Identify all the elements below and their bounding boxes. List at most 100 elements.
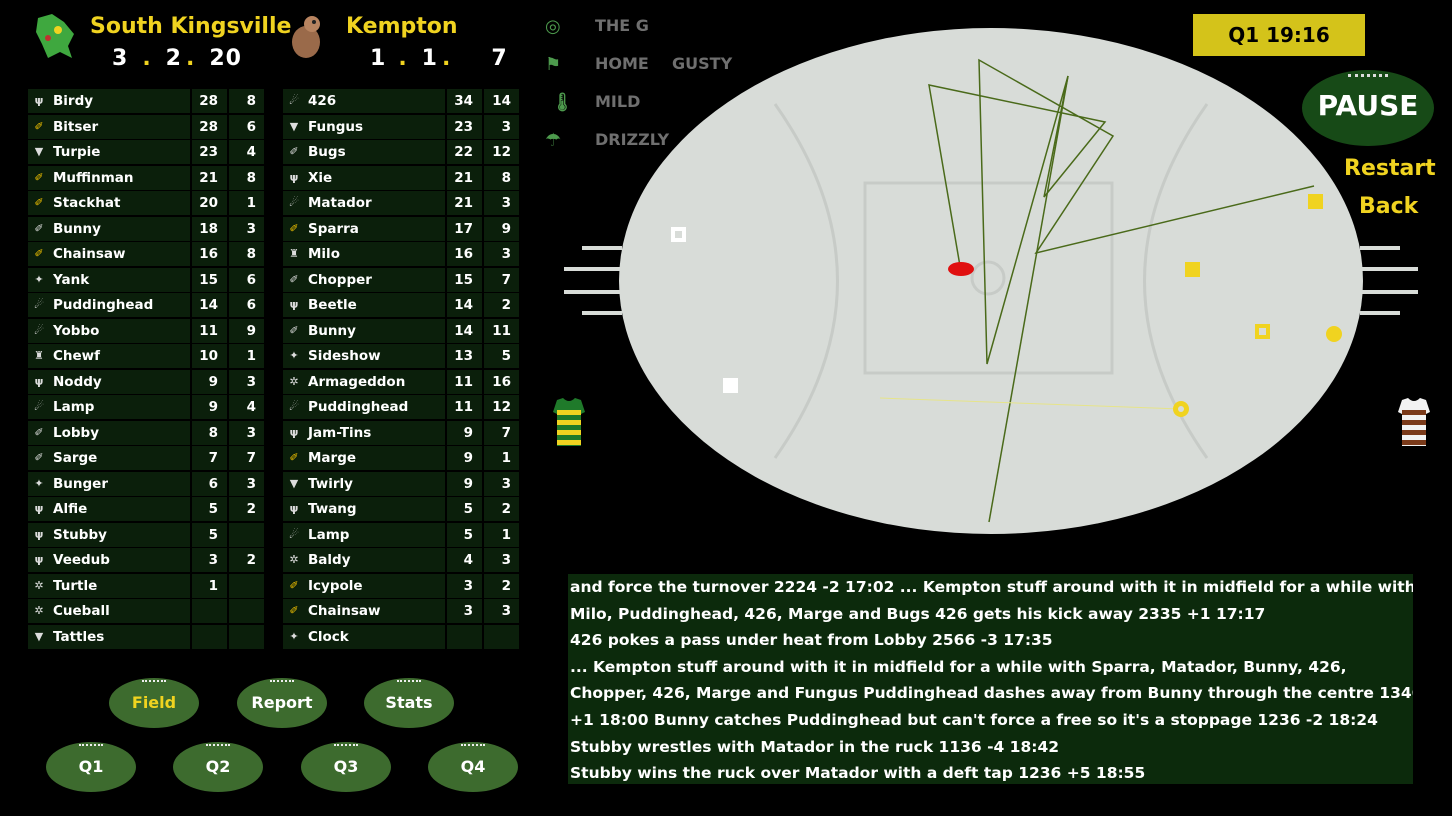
player-stat-disposals: 34 bbox=[447, 89, 482, 113]
player-row[interactable]: ✦ Bunger 6 3 bbox=[28, 471, 264, 496]
player-row[interactable]: ✐ Stackhat 20 1 bbox=[28, 191, 264, 215]
player-stat-disposals: 3 bbox=[192, 548, 227, 572]
position-icon: ☄ bbox=[34, 298, 44, 311]
player-name: Jam-Tins bbox=[308, 424, 372, 441]
player-row[interactable]: ✐ Chopper 15 7 bbox=[283, 267, 519, 292]
player-row[interactable]: ✐ Chainsaw 3 3 bbox=[283, 599, 519, 623]
player-row[interactable]: ✐ Bitser 28 6 bbox=[28, 114, 264, 139]
player-row[interactable]: ☄ Lamp 9 4 bbox=[28, 395, 264, 419]
player-name-cell: ▼ Tattles bbox=[28, 624, 190, 649]
player-row[interactable]: ✐ Bugs 22 12 bbox=[283, 140, 519, 164]
player-row[interactable]: ▼ Turpie 23 4 bbox=[28, 140, 264, 164]
position-icon: ✦ bbox=[34, 272, 44, 286]
position-icon: ✲ bbox=[289, 553, 299, 566]
player-row[interactable]: ▼ Twirly 9 3 bbox=[283, 471, 519, 496]
player-row[interactable]: ✐ Lobby 8 3 bbox=[28, 420, 264, 445]
player-row[interactable]: ✐ Marge 9 1 bbox=[283, 446, 519, 470]
player-name-cell: ♜ Chewf bbox=[28, 344, 190, 368]
away-behinds: 1 bbox=[421, 46, 438, 71]
player-stat-disposals: 7 bbox=[192, 446, 227, 470]
q2-button[interactable]: Q2 bbox=[173, 742, 263, 792]
player-stat-secondary: 7 bbox=[229, 446, 264, 470]
player-row[interactable]: ☄ Puddinghead 14 6 bbox=[28, 293, 264, 317]
away-roster: ☄ 426 34 14 ▼ Fungus 23 3 ✐ Bugs 22 12 ψ Xie 21 8 ☄ Matad… bbox=[283, 89, 519, 650]
player-row[interactable]: ψ Veedub 3 2 bbox=[28, 548, 264, 572]
position-icon: ♜ bbox=[289, 247, 299, 260]
position-icon: ☄ bbox=[34, 323, 44, 337]
player-stat-secondary: 2 bbox=[484, 497, 519, 521]
player-row[interactable]: ☄ Matador 21 3 bbox=[283, 191, 519, 215]
player-row[interactable]: ✐ Sparra 17 9 bbox=[283, 216, 519, 241]
player-row[interactable]: ✐ Bunny 14 11 bbox=[283, 318, 519, 343]
player-row[interactable]: ☄ Yobbo 11 9 bbox=[28, 318, 264, 343]
away-marker bbox=[1185, 262, 1200, 277]
player-row[interactable]: ☄ Puddinghead 11 12 bbox=[283, 395, 519, 419]
restart-button[interactable]: Restart bbox=[1344, 156, 1436, 181]
player-name: Alfie bbox=[53, 501, 88, 517]
player-row[interactable]: ▼ Tattles bbox=[28, 624, 264, 649]
player-row[interactable]: ψ Stubby 5 bbox=[28, 522, 264, 547]
player-row[interactable]: ψ Twang 5 2 bbox=[283, 497, 519, 521]
player-name-cell: ✐ Chainsaw bbox=[28, 242, 190, 266]
player-stat-secondary: 8 bbox=[484, 165, 519, 190]
player-row[interactable]: ✐ Muffinman 21 8 bbox=[28, 165, 264, 190]
player-stat-secondary: 3 bbox=[484, 191, 519, 215]
player-row[interactable]: ▼ Fungus 23 3 bbox=[283, 114, 519, 139]
field-button[interactable]: Field bbox=[109, 678, 199, 728]
player-row[interactable]: ψ Noddy 9 3 bbox=[28, 369, 264, 394]
player-name: Bitser bbox=[53, 118, 99, 135]
player-row[interactable]: ✲ Baldy 4 3 bbox=[283, 548, 519, 572]
q4-button[interactable]: Q4 bbox=[428, 742, 518, 792]
player-row[interactable]: ✐ Bunny 18 3 bbox=[28, 216, 264, 241]
position-icon: ✐ bbox=[34, 170, 44, 184]
report-button[interactable]: Report bbox=[237, 678, 327, 728]
player-row[interactable]: ψ Jam-Tins 9 7 bbox=[283, 420, 519, 445]
back-button[interactable]: Back bbox=[1359, 194, 1418, 219]
q1-button[interactable]: Q1 bbox=[46, 742, 136, 792]
player-name: Noddy bbox=[53, 373, 102, 390]
position-icon: ▼ bbox=[289, 476, 299, 490]
player-row[interactable]: ☄ 426 34 14 bbox=[283, 89, 519, 113]
stats-button[interactable]: Stats bbox=[364, 678, 454, 728]
player-row[interactable]: ✦ Yank 15 6 bbox=[28, 267, 264, 292]
player-stat-secondary: 2 bbox=[229, 497, 264, 521]
player-name: Stackhat bbox=[53, 195, 121, 211]
player-stat-disposals: 4 bbox=[447, 548, 482, 572]
player-name: Bunger bbox=[53, 475, 108, 492]
away-marker bbox=[1308, 194, 1323, 209]
player-row[interactable]: ψ Birdy 28 8 bbox=[28, 89, 264, 113]
q3-button[interactable]: Q3 bbox=[301, 742, 391, 792]
position-icon: ✦ bbox=[289, 629, 299, 643]
player-row[interactable]: ✲ Cueball bbox=[28, 599, 264, 623]
player-name-cell: ▼ Fungus bbox=[283, 114, 445, 139]
player-name: Lamp bbox=[308, 526, 350, 543]
player-row[interactable]: ☄ Lamp 5 1 bbox=[283, 522, 519, 547]
player-name: Baldy bbox=[308, 552, 351, 568]
commentary-log[interactable]: and force the turnover 2224 -2 17:02 ...… bbox=[568, 574, 1413, 784]
player-row[interactable]: ψ Xie 21 8 bbox=[283, 165, 519, 190]
pause-button[interactable]: PAUSE bbox=[1302, 70, 1434, 146]
player-row[interactable]: ✲ Armageddon 11 16 bbox=[283, 369, 519, 394]
player-row[interactable]: ✐ Icypole 3 2 bbox=[283, 573, 519, 598]
player-row[interactable]: ♜ Chewf 10 1 bbox=[28, 344, 264, 368]
player-row[interactable]: ✲ Turtle 1 bbox=[28, 573, 264, 598]
player-row[interactable]: ♜ Milo 16 3 bbox=[283, 242, 519, 266]
player-name-cell: ✐ Bugs bbox=[283, 140, 445, 164]
player-row[interactable]: ✦ Sideshow 13 5 bbox=[283, 344, 519, 368]
position-icon: ψ bbox=[289, 425, 299, 439]
player-row[interactable]: ✐ Chainsaw 16 8 bbox=[28, 242, 264, 266]
player-row[interactable]: ψ Alfie 5 2 bbox=[28, 497, 264, 521]
player-name: Matador bbox=[308, 195, 372, 211]
player-stat-secondary: 6 bbox=[229, 267, 264, 292]
player-name-cell: ☄ Yobbo bbox=[28, 318, 190, 343]
player-name: Milo bbox=[308, 246, 340, 262]
player-row[interactable]: ✐ Sarge 7 7 bbox=[28, 446, 264, 470]
position-icon: ✐ bbox=[34, 247, 44, 260]
player-stat-disposals: 5 bbox=[192, 497, 227, 521]
player-name-cell: ✐ Bitser bbox=[28, 114, 190, 139]
player-row[interactable]: ψ Beetle 14 2 bbox=[283, 293, 519, 317]
player-row[interactable]: ✦ Clock bbox=[283, 624, 519, 649]
position-icon: ✐ bbox=[289, 323, 299, 337]
player-stat-secondary: 8 bbox=[229, 242, 264, 266]
position-icon: ✐ bbox=[34, 119, 44, 133]
